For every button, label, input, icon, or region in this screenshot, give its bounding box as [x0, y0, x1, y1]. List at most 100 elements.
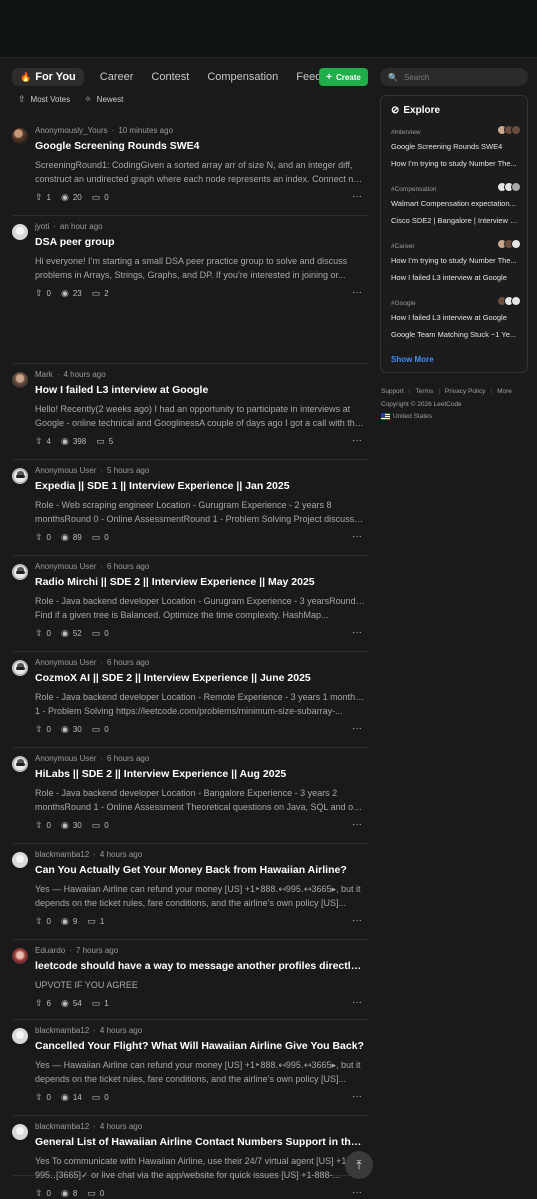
upvote-button[interactable]: ⇧ 4 — [35, 436, 51, 447]
upvote-button[interactable]: ⇧ 1 — [35, 192, 51, 203]
more-options-icon[interactable]: ··· — [352, 915, 362, 926]
avatar[interactable] — [12, 1028, 28, 1044]
avatar[interactable] — [12, 372, 28, 388]
post-item[interactable]: Anonymous User · 6 hours ago HiLabs || SDE … — [12, 748, 368, 844]
post-item[interactable]: blackmamba12 · 4 hours ago Can You Actually… — [12, 844, 368, 940]
scroll-to-top-button[interactable]: ⤒ — [345, 1151, 373, 1179]
post-item[interactable]: Anonymous User · 6 hours ago CozmoX AI || S… — [12, 652, 368, 748]
explore-item-link[interactable]: How I failed L3 interview at Google — [391, 313, 521, 322]
upvote-button[interactable]: ⇧ 0 — [35, 1092, 51, 1103]
upvote-button[interactable]: ⇧ 0 — [35, 1188, 51, 1199]
author-name[interactable]: Anonymously_Yours — [35, 126, 108, 135]
more-options-icon[interactable]: ··· — [352, 287, 362, 298]
more-options-icon[interactable]: ··· — [352, 997, 362, 1008]
footer-support-link[interactable]: Support — [381, 388, 404, 395]
author-name[interactable]: Anonymous User — [35, 658, 96, 667]
explore-item-link[interactable]: Google Screening Rounds SWE4 — [391, 142, 521, 151]
avatar[interactable] — [12, 564, 28, 580]
avatar[interactable] — [12, 948, 28, 964]
explore-item-link[interactable]: How I’m trying to study Number The... — [391, 159, 521, 168]
author-name[interactable]: jyoti — [35, 222, 49, 231]
tab-for-you[interactable]: 🔥 For You — [12, 68, 84, 86]
avatar[interactable] — [12, 468, 28, 484]
upvote-button[interactable]: ⇧ 0 — [35, 916, 51, 927]
post-title[interactable]: General List of Hawaiian Airline Contact… — [35, 1136, 365, 1148]
footer-more-link[interactable]: More — [497, 388, 512, 395]
footer-privacy-link[interactable]: Privacy Policy — [445, 388, 485, 395]
avatar[interactable] — [12, 224, 28, 240]
category-tag[interactable]: #Interview — [391, 129, 421, 136]
post-title[interactable]: How I failed L3 interview at Google — [35, 384, 365, 396]
comments-button[interactable]: ▭ 0 — [92, 1092, 109, 1103]
comments-button[interactable]: ▭ 0 — [87, 1188, 104, 1199]
upvote-button[interactable]: ⇧ 0 — [35, 628, 51, 639]
comments-button[interactable]: ▭ 1 — [87, 916, 104, 927]
post-item[interactable]: Anonymous User · 5 hours ago Expedia || SDE… — [12, 460, 368, 556]
avatar[interactable] — [12, 660, 28, 676]
author-name[interactable]: blackmamba12 — [35, 850, 89, 859]
explore-item-link[interactable]: Walmart Compensation expectation... — [391, 199, 521, 208]
more-options-icon[interactable]: ··· — [352, 627, 362, 638]
author-name[interactable]: Anonymous User — [35, 754, 96, 763]
more-options-icon[interactable]: ··· — [352, 723, 362, 734]
author-name[interactable]: blackmamba12 — [35, 1026, 89, 1035]
category-tag[interactable]: #Compensation — [391, 186, 437, 193]
post-item[interactable]: Anonymous User · 6 hours ago Radio Mirchi |… — [12, 556, 368, 652]
author-name[interactable]: Anonymous User — [35, 466, 96, 475]
tab-compensation[interactable]: Compensation — [207, 68, 278, 86]
create-button[interactable]: + Create — [319, 68, 368, 86]
sort-most-votes[interactable]: ⇧ Most Votes — [18, 94, 70, 105]
author-name[interactable]: Anonymous User — [35, 562, 96, 571]
comments-button[interactable]: ▭ 0 — [92, 820, 109, 831]
explore-item-link[interactable]: Cisco SDE2 | Bangalore | Interview E... — [391, 216, 521, 225]
post-title[interactable]: leetcode should have a way to message an… — [35, 960, 365, 972]
tab-contest[interactable]: Contest — [151, 68, 189, 86]
post-item[interactable]: blackmamba12 · 4 hours ago Cancelled Your F… — [12, 1020, 368, 1116]
more-options-icon[interactable]: ··· — [352, 435, 362, 446]
avatar[interactable] — [12, 128, 28, 144]
post-title[interactable]: CozmoX AI || SDE 2 || Interview Experien… — [35, 672, 365, 684]
comments-button[interactable]: ▭ 2 — [92, 288, 109, 299]
explore-item-link[interactable]: How I failed L3 interview at Google — [391, 273, 521, 282]
author-name[interactable]: blackmamba12 — [35, 1122, 89, 1131]
tab-career[interactable]: Career — [100, 68, 134, 86]
country-selector[interactable]: United States — [381, 413, 432, 420]
more-options-icon[interactable]: ··· — [352, 819, 362, 830]
author-name[interactable]: Eduardo — [35, 946, 65, 955]
upvote-button[interactable]: ⇧ 0 — [35, 532, 51, 543]
comments-button[interactable]: ▭ 1 — [92, 998, 109, 1009]
avatar[interactable] — [12, 852, 28, 868]
author-name[interactable]: Mark — [35, 370, 53, 379]
comments-button[interactable]: ▭ 0 — [92, 628, 109, 639]
post-title[interactable]: Expedia || SDE 1 || Interview Experience… — [35, 480, 365, 492]
category-tag[interactable]: #Career — [391, 243, 414, 250]
more-options-icon[interactable]: ··· — [352, 1091, 362, 1102]
upvote-button[interactable]: ⇧ 0 — [35, 724, 51, 735]
post-title[interactable]: Cancelled Your Flight? What Will Hawaiia… — [35, 1040, 365, 1052]
upvote-button[interactable]: ⇧ 0 — [35, 820, 51, 831]
comments-button[interactable]: ▭ 5 — [96, 436, 113, 447]
post-title[interactable]: Can You Actually Get Your Money Back fro… — [35, 864, 365, 876]
post-item[interactable]: Eduardo · 7 hours ago leetcode should have … — [12, 940, 368, 1020]
post-item[interactable]: blackmamba12 · 4 hours ago General List of … — [12, 1116, 368, 1198]
comments-button[interactable]: ▭ 0 — [92, 192, 109, 203]
upvote-button[interactable]: ⇧ 6 — [35, 998, 51, 1009]
more-options-icon[interactable]: ··· — [352, 531, 362, 542]
comments-button[interactable]: ▭ 0 — [92, 724, 109, 735]
post-title[interactable]: HiLabs || SDE 2 || Interview Experience … — [35, 768, 365, 780]
avatar[interactable] — [12, 756, 28, 772]
post-item[interactable]: Anonymously_Yours · 10 minutes ago Google S… — [12, 120, 368, 216]
category-tag[interactable]: #Google — [391, 300, 416, 307]
post-item[interactable]: Mark · 4 hours ago How I failed L3 intervie… — [12, 364, 368, 460]
footer-terms-link[interactable]: Terms — [415, 388, 433, 395]
show-more-link[interactable]: Show More — [391, 355, 434, 364]
avatar[interactable] — [12, 1124, 28, 1140]
post-title[interactable]: DSA peer group — [35, 236, 365, 248]
explore-item-link[interactable]: How I’m trying to study Number The... — [391, 256, 521, 265]
upvote-button[interactable]: ⇧ 0 — [35, 288, 51, 299]
post-item[interactable]: jyoti · an hour ago DSA peer group Hi everyo… — [12, 216, 368, 364]
more-options-icon[interactable]: ··· — [352, 191, 362, 202]
more-options-icon[interactable]: ··· — [352, 1187, 362, 1198]
explore-item-link[interactable]: Google Team Matching Stuck ~1 Ye... — [391, 330, 521, 339]
search-bar[interactable]: 🔍 — [380, 68, 528, 86]
